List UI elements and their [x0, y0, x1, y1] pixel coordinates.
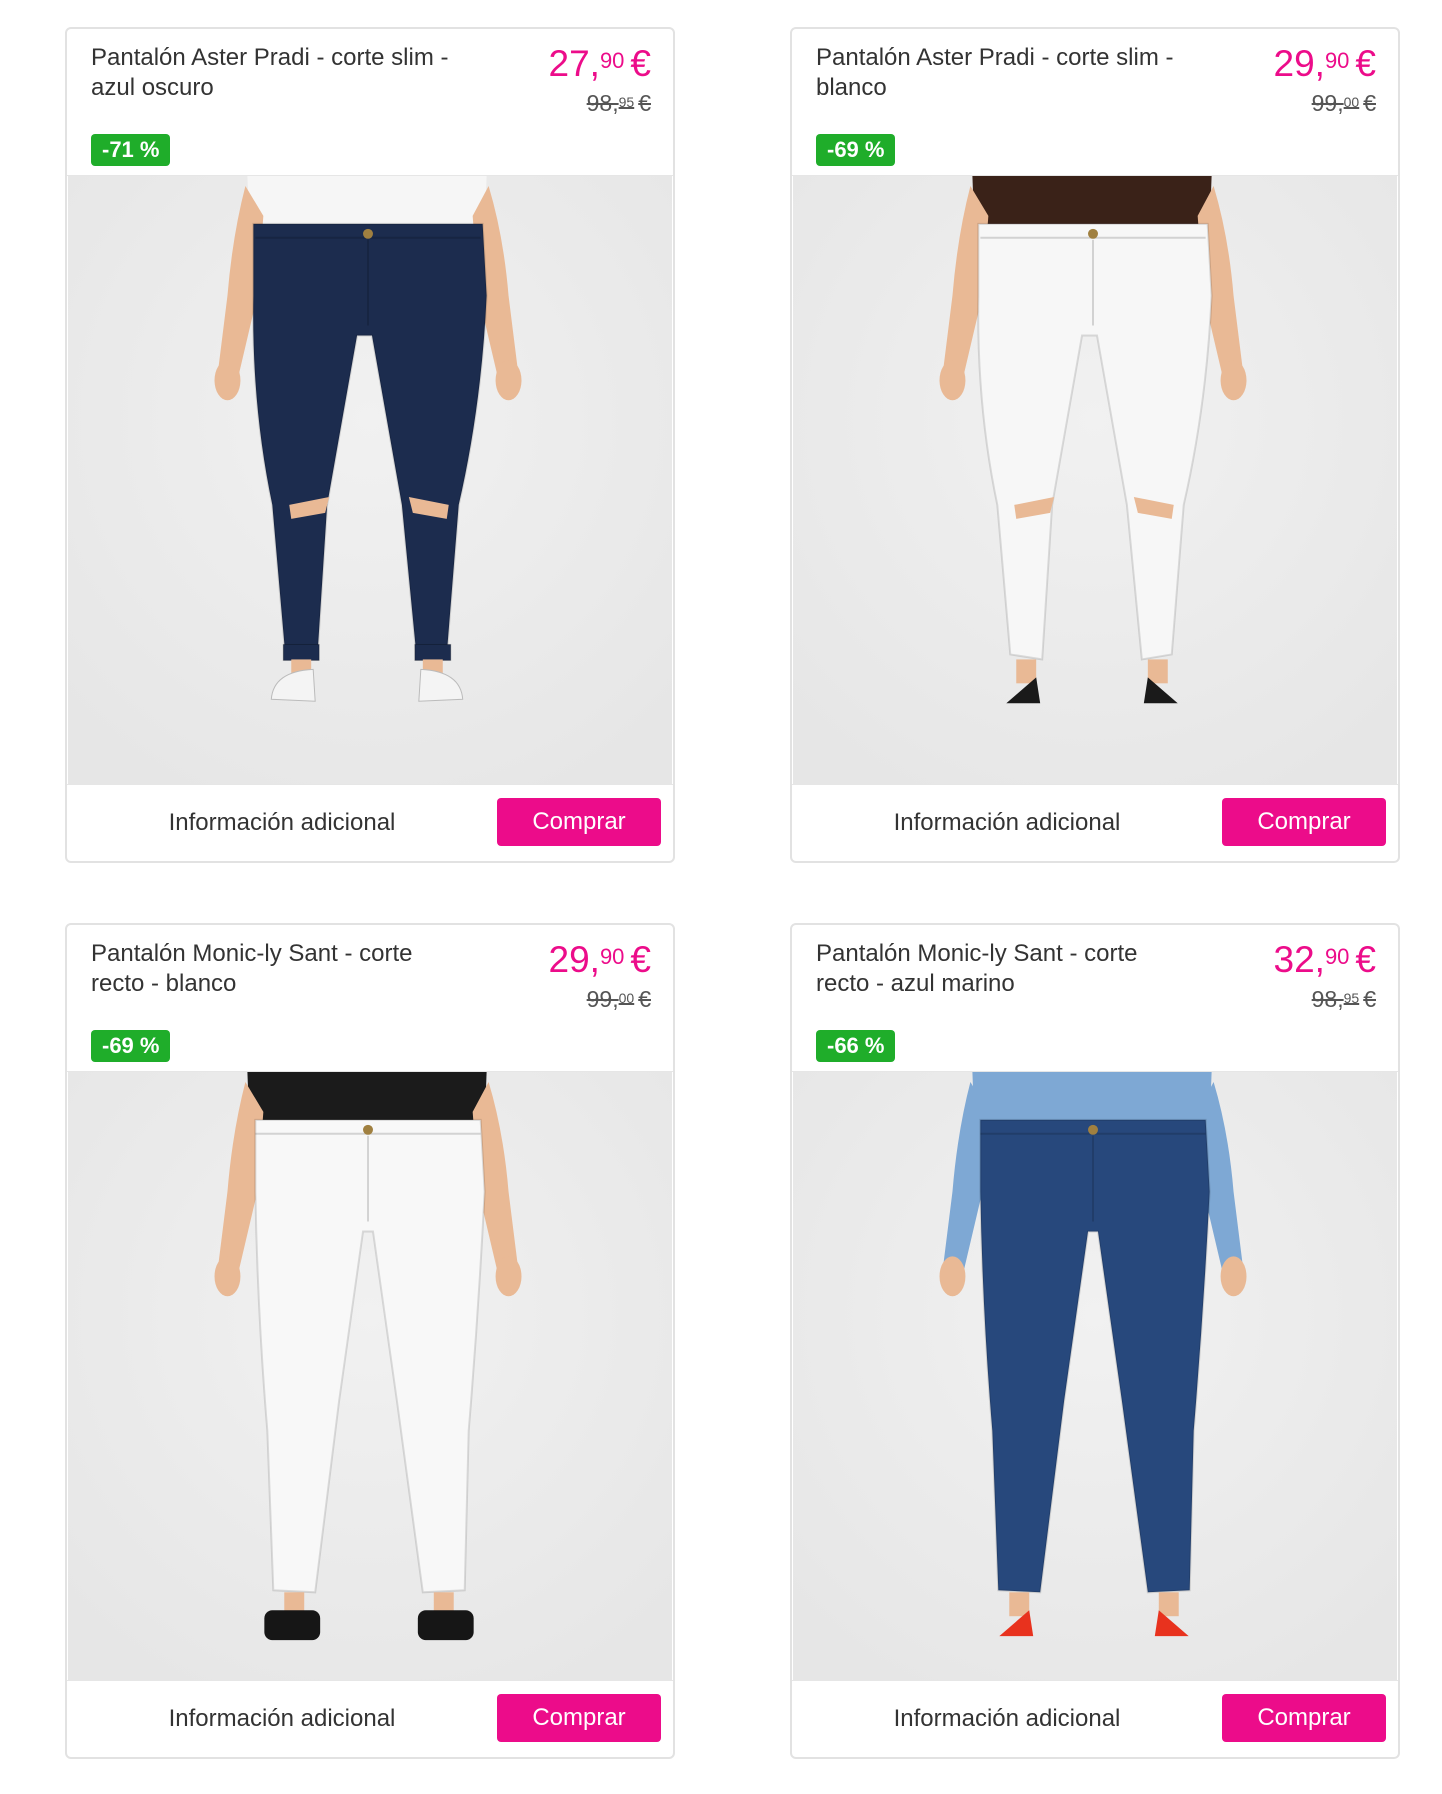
price-cents: 90	[1324, 48, 1350, 73]
price-currency: €	[1355, 43, 1376, 84]
current-price: 27,90 €	[549, 41, 652, 84]
old-price-currency: €	[638, 986, 651, 1012]
price-cents: 90	[1324, 944, 1350, 969]
discount-badge: -66 %	[816, 1030, 896, 1062]
current-price: 32,90 €	[1274, 937, 1377, 980]
original-price: 99,00 €	[587, 985, 651, 1012]
product-title[interactable]: Pantalón Aster Pradi - corte slim - azul…	[91, 43, 471, 103]
product-card-footer: Información adicional Comprar	[792, 785, 1398, 861]
additional-info-link[interactable]: Información adicional	[67, 1681, 497, 1757]
price-integer: 27,	[548, 43, 600, 84]
additional-info-link[interactable]: Información adicional	[792, 1681, 1222, 1757]
buy-button[interactable]: Comprar	[497, 798, 661, 846]
additional-info-link[interactable]: Información adicional	[792, 785, 1222, 861]
discount-badge: -69 %	[816, 134, 896, 166]
old-price-currency: €	[638, 90, 651, 116]
product-card: Pantalón Monic-ly Sant - corte recto - a…	[790, 923, 1400, 1759]
old-price-integer: 98,	[586, 90, 619, 116]
product-card-header: Pantalón Monic-ly Sant - corte recto - a…	[792, 925, 1398, 1071]
price-currency: €	[630, 939, 651, 980]
product-title[interactable]: Pantalón Aster Pradi - corte slim - blan…	[816, 43, 1196, 103]
price-currency: €	[1355, 939, 1376, 980]
discount-badge: -71 %	[91, 134, 171, 166]
product-card: Pantalón Aster Pradi - corte slim - azul…	[65, 27, 675, 863]
additional-info-link[interactable]: Información adicional	[67, 785, 497, 861]
product-title[interactable]: Pantalón Monic-ly Sant - corte recto - a…	[816, 939, 1196, 999]
product-image[interactable]	[67, 1071, 673, 1681]
product-card-footer: Información adicional Comprar	[792, 1681, 1398, 1757]
original-price: 98,95 €	[587, 89, 651, 116]
original-price: 99,00 €	[1312, 89, 1376, 116]
price-integer: 32,	[1273, 939, 1325, 980]
buy-button[interactable]: Comprar	[497, 1694, 661, 1742]
buy-button[interactable]: Comprar	[1222, 1694, 1386, 1742]
old-price-integer: 99,	[1311, 90, 1344, 116]
product-image[interactable]	[67, 175, 673, 785]
model-photo-illustration	[792, 1072, 1398, 1680]
current-price: 29,90 €	[1274, 41, 1377, 84]
product-card-header: Pantalón Aster Pradi - corte slim - blan…	[792, 29, 1398, 175]
discount-badge: -69 %	[91, 1030, 171, 1062]
model-photo-illustration	[67, 1072, 673, 1680]
price-cents: 90	[599, 944, 625, 969]
price-currency: €	[630, 43, 651, 84]
old-price-currency: €	[1363, 986, 1376, 1012]
product-card-header: Pantalón Monic-ly Sant - corte recto - b…	[67, 925, 673, 1071]
product-card-footer: Información adicional Comprar	[67, 1681, 673, 1757]
old-price-cents: 95	[1343, 990, 1360, 1006]
current-price: 29,90 €	[549, 937, 652, 980]
product-image[interactable]	[792, 1071, 1398, 1681]
price-cents: 90	[599, 48, 625, 73]
product-card-footer: Información adicional Comprar	[67, 785, 673, 861]
product-image[interactable]	[792, 175, 1398, 785]
product-card-header: Pantalón Aster Pradi - corte slim - azul…	[67, 29, 673, 175]
product-grid: Pantalón Aster Pradi - corte slim - azul…	[0, 0, 1442, 1794]
old-price-cents: 95	[618, 94, 635, 110]
old-price-integer: 98,	[1311, 986, 1344, 1012]
original-price: 98,95 €	[1312, 985, 1376, 1012]
model-photo-illustration	[67, 176, 673, 784]
product-card: Pantalón Monic-ly Sant - corte recto - b…	[65, 923, 675, 1759]
product-card: Pantalón Aster Pradi - corte slim - blan…	[790, 27, 1400, 863]
old-price-integer: 99,	[586, 986, 619, 1012]
product-title[interactable]: Pantalón Monic-ly Sant - corte recto - b…	[91, 939, 471, 999]
buy-button[interactable]: Comprar	[1222, 798, 1386, 846]
price-integer: 29,	[548, 939, 600, 980]
old-price-cents: 00	[618, 990, 635, 1006]
old-price-cents: 00	[1343, 94, 1360, 110]
old-price-currency: €	[1363, 90, 1376, 116]
price-integer: 29,	[1273, 43, 1325, 84]
model-photo-illustration	[792, 176, 1398, 784]
